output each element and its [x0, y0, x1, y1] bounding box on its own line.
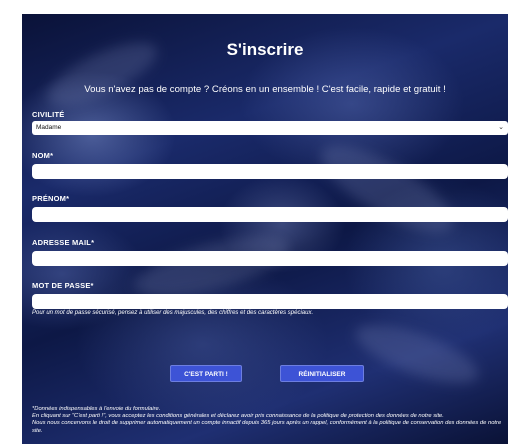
submit-button[interactable]: C'EST PARTI !	[170, 365, 242, 382]
chevron-down-icon: ⌄	[498, 124, 504, 131]
password-field[interactable]	[32, 294, 508, 309]
nom-field[interactable]	[32, 164, 508, 179]
password-hint: Pour un mot de passe sécurisé, pensez à …	[32, 310, 314, 316]
password-label: MOT DE PASSE*	[32, 281, 94, 290]
signup-panel: S'inscrire Vous n'avez pas de compte ? C…	[22, 14, 508, 444]
prenom-label: PRÉNOM*	[32, 194, 70, 203]
background-decoration	[309, 129, 465, 249]
legal-required-note: *Données indispensables à l'envoie du fo…	[32, 406, 161, 412]
page-subtitle: Vous n'avez pas de compte ? Créons en un…	[84, 84, 446, 95]
legal-notice: *Données indispensables à l'envoie du fo…	[32, 406, 504, 435]
legal-retention-note: Nous nous concervons le droit de supprim…	[32, 420, 502, 434]
prenom-field[interactable]	[32, 207, 508, 222]
civilite-selected-value: Madame	[36, 124, 62, 131]
email-label: ADRESSE MAIL*	[32, 238, 95, 247]
email-field[interactable]	[32, 251, 508, 266]
background-decoration	[349, 312, 485, 396]
nom-label: NOM*	[32, 151, 54, 160]
page-title: S'inscrire	[226, 40, 304, 59]
civilite-label: CIVILITÉ	[32, 110, 65, 119]
reset-button[interactable]: RÉINITIALISER	[280, 365, 364, 382]
legal-terms-note: En cliquant sur "C'est parti !", vous ac…	[32, 413, 444, 420]
civilite-select[interactable]: Madame ⌄	[32, 121, 508, 135]
